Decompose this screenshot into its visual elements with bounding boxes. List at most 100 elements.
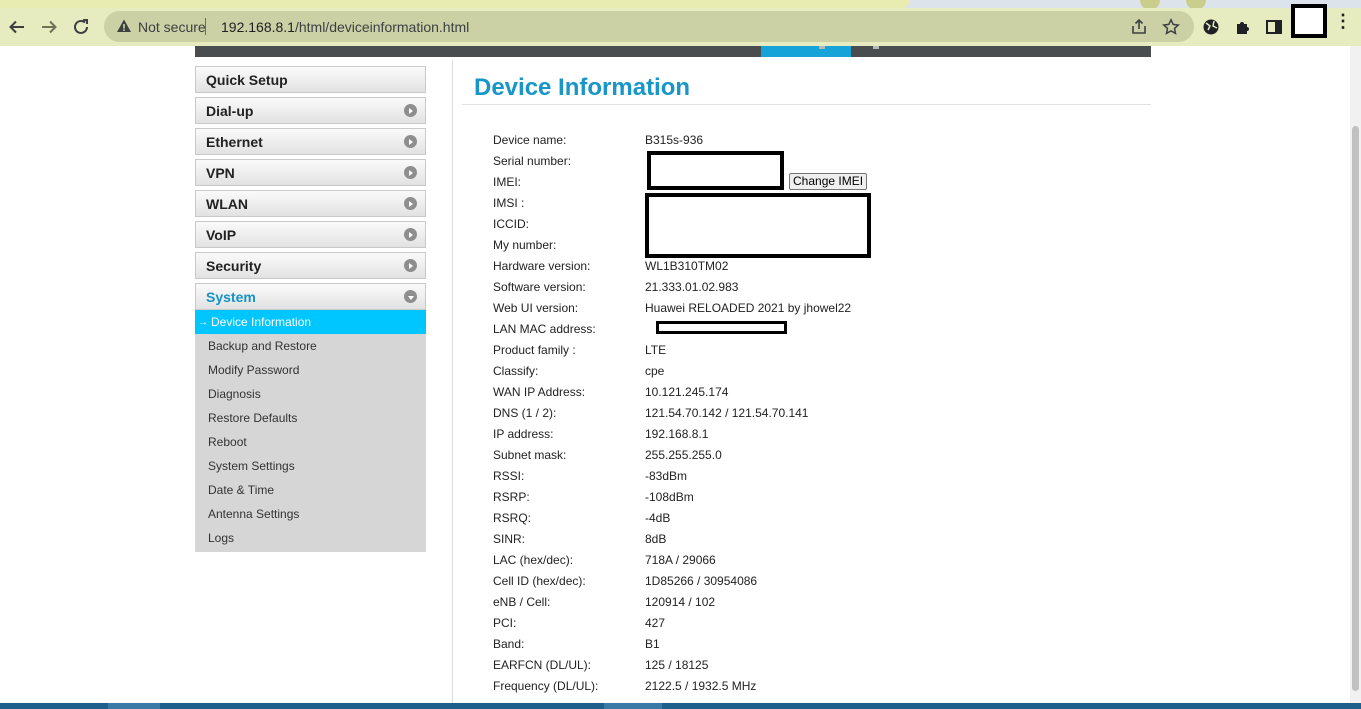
submenu-item-modify-password[interactable]: Modify Password [195,358,426,382]
info-label: LAN MAC address: [493,322,596,336]
top-nav-marker [873,46,879,49]
redaction-box [656,321,787,334]
scrollbar-thumb[interactable] [1352,126,1359,691]
info-label: Hardware version: [493,259,591,273]
url-path: /html/deviceinformation.html [294,19,470,35]
info-value: 1D85266 / 30954086 [645,574,758,588]
profile-avatar[interactable] [1291,4,1327,38]
collapse-arrow-icon [404,290,417,303]
expand-arrow-icon [404,228,417,241]
info-label: IMSI : [493,196,525,210]
reload-icon[interactable] [70,16,92,38]
info-label: Cell ID (hex/dec): [493,574,586,588]
browser-toolbar: Not secure 192.168.8.1/html/deviceinform… [0,4,1361,46]
submenu-item-diagnosis[interactable]: Diagnosis [195,382,426,406]
info-label: LAC (hex/dec): [493,553,574,567]
sidebar-item-label: VPN [206,164,235,181]
sidebar-item-label: Security [206,257,262,274]
share-icon[interactable] [1130,18,1148,36]
sidebar-item-system[interactable]: System [195,283,426,310]
info-value: 120914 / 102 [645,595,716,609]
info-value: 21.333.01.02.983 [645,280,739,294]
info-label: Product family : [493,343,576,357]
router-web-page: Quick Setup Dial-up Ethernet VPN WLAN Vo… [0,46,1350,709]
sidebar-item-vpn[interactable]: VPN [195,159,426,186]
side-panel-icon[interactable] [1265,18,1283,36]
submenu-item-label: Date & Time [208,483,275,497]
info-value: -4dB [645,511,671,525]
info-value: -83dBm [645,469,688,483]
sidebar-item-security[interactable]: Security [195,252,426,279]
sidebar-item-label: System [206,288,256,305]
submenu-item-system-settings[interactable]: System Settings [195,454,426,478]
warning-icon[interactable] [116,18,132,34]
submenu-item-label: Antenna Settings [208,507,300,521]
submenu-item-logs[interactable]: Logs [195,526,426,550]
address-bar[interactable]: Not secure 192.168.8.1/html/deviceinform… [104,11,1194,42]
page-scrollbar[interactable] [1350,46,1361,709]
info-label: Band: [493,637,525,651]
taskbar-button[interactable] [604,703,662,709]
info-value: B1 [645,637,660,651]
submenu-item-label: Reboot [208,435,247,449]
info-value: 2122.5 / 1932.5 MHz [645,679,757,693]
info-label: ICCID: [493,217,529,231]
sidebar-item-wlan[interactable]: WLAN [195,190,426,217]
submenu-item-device-information[interactable]: → Device Information [195,310,426,334]
info-label: Frequency (DL/UL): [493,679,599,693]
sidebar-item-label: Quick Setup [206,71,288,88]
submenu-item-restore-defaults[interactable]: Restore Defaults [195,406,426,430]
info-label: My number: [493,238,557,252]
top-nav-active-tab[interactable] [761,46,851,57]
info-value: Huawei RELOADED 2021 by jhowel22 [645,301,852,315]
info-label: RSRQ: [493,511,532,525]
content-divider [452,60,453,709]
info-value: LTE [645,343,667,357]
redaction-box [647,151,784,190]
info-value: WL1B310TM02 [645,259,729,273]
sidebar-item-label: Ethernet [206,133,263,150]
current-arrow-icon: → [198,316,208,328]
info-label: WAN IP Address: [493,385,586,399]
submenu-item-backup-restore[interactable]: Backup and Restore [195,334,426,358]
submenu-item-label: Device Information [211,315,312,329]
submenu-item-date-time[interactable]: Date & Time [195,478,426,502]
sidebar-item-quick-setup[interactable]: Quick Setup [195,66,426,93]
sidebar-item-label: Dial-up [206,102,254,119]
title-underline [462,104,1151,105]
sidebar-item-dial-up[interactable]: Dial-up [195,97,426,124]
sidebar-item-ethernet[interactable]: Ethernet [195,128,426,155]
page-title: Device Information [474,74,691,101]
sidebar-menu: Quick Setup Dial-up Ethernet VPN WLAN Vo… [195,66,427,552]
extension-globe-icon[interactable] [1202,18,1220,36]
info-value: 8dB [645,532,667,546]
bookmark-star-icon[interactable] [1162,18,1180,36]
more-menu-icon[interactable]: ⋮ [1334,12,1352,30]
info-label: Software version: [493,280,586,294]
info-label: SINR: [493,532,526,546]
info-label: DNS (1 / 2): [493,406,557,420]
back-icon[interactable] [6,16,28,38]
sidebar-item-voip[interactable]: VoIP [195,221,426,248]
extensions-puzzle-icon[interactable] [1234,18,1252,36]
url-text[interactable]: 192.168.8.1/html/deviceinformation.html [221,19,469,35]
expand-arrow-icon [404,166,417,179]
forward-icon[interactable] [38,16,60,38]
submenu-item-reboot[interactable]: Reboot [195,430,426,454]
submenu-item-antenna-settings[interactable]: Antenna Settings [195,502,426,526]
active-tab-edge[interactable] [0,0,910,8]
redaction-box [645,193,871,258]
info-value: 10.121.245.174 [645,385,729,399]
info-value: 427 [645,616,666,630]
not-secure-label[interactable]: Not secure [138,19,206,35]
info-label: Web UI version: [493,301,579,315]
expand-arrow-icon [404,104,417,117]
change-imei-button[interactable]: Change IMEI [789,173,868,190]
info-label: RSSI: [493,469,525,483]
info-label: EARFCN (DL/UL): [493,658,592,672]
top-nav-marker [819,46,825,49]
info-label: Classify: [493,364,539,378]
taskbar-button[interactable] [108,703,160,709]
info-value: 255.255.255.0 [645,448,722,462]
info-value: 192.168.8.1 [645,427,709,441]
